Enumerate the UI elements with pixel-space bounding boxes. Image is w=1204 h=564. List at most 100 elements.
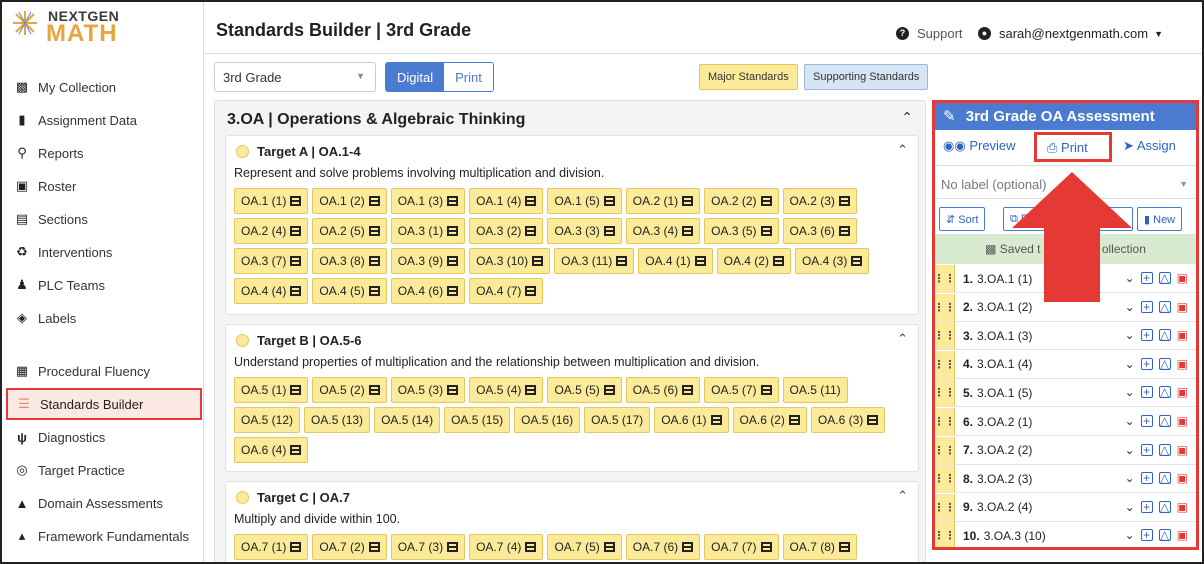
standard-chip[interactable]: OA.1 (1) xyxy=(234,188,309,214)
sidebar-item-labels[interactable]: ◈ Labels xyxy=(6,303,202,333)
standard-chip[interactable]: OA.5 (1) xyxy=(234,377,309,403)
image-icon[interactable]: △ xyxy=(1158,272,1171,284)
sidebar-item-assignment-data[interactable]: ▮ Assignment Data xyxy=(6,105,202,135)
chevron-down-icon[interactable]: ⌄ xyxy=(1125,528,1135,542)
chevron-down-icon[interactable]: ⌄ xyxy=(1125,443,1135,457)
trash-icon[interactable]: ▣ xyxy=(1177,500,1188,514)
standard-chip[interactable]: OA.5 (12) xyxy=(234,407,301,433)
image-icon[interactable]: △ xyxy=(1158,357,1171,370)
preview-button[interactable]: ◉◉ Preview xyxy=(943,138,1016,154)
standard-chip[interactable]: OA.7 (5) xyxy=(547,534,622,560)
chevron-down-icon[interactable]: ⌄ xyxy=(1125,357,1135,371)
standard-chip[interactable]: OA.6 (1) xyxy=(654,407,729,433)
standard-chip[interactable]: OA.5 (5) xyxy=(547,377,622,403)
standard-chip[interactable]: OA.5 (2) xyxy=(312,377,387,403)
question-row[interactable]: ⋮⋮ 3. 3.OA.1 (3) ⌄ + △ ▣ xyxy=(935,322,1196,351)
standard-chip[interactable]: OA.7 (4) xyxy=(469,534,544,560)
image-icon[interactable]: △ xyxy=(1158,415,1171,427)
chevron-down-icon[interactable]: ⌄ xyxy=(1125,414,1135,428)
standard-chip[interactable]: OA.1 (3) xyxy=(390,188,466,214)
standard-chip[interactable]: OA.5 (17) xyxy=(584,407,651,433)
standard-chip[interactable]: OA.5 (16) xyxy=(514,407,581,433)
image-icon[interactable]: △ xyxy=(1158,329,1171,342)
drag-handle-icon[interactable]: ⋮⋮ xyxy=(935,465,956,493)
standard-chip[interactable]: OA.5 (11) xyxy=(782,377,848,403)
drag-handle-icon[interactable]: ⋮⋮ xyxy=(935,522,956,547)
sidebar-item-plc-teams[interactable]: ♟ PLC Teams xyxy=(6,270,202,300)
add-icon[interactable]: + xyxy=(1140,415,1153,427)
user-menu[interactable]: ● sarah@nextgenmath.com ▼ xyxy=(978,26,1163,41)
standard-chip[interactable]: OA.2 (3) xyxy=(782,188,857,214)
add-icon[interactable]: + xyxy=(1140,472,1153,485)
sidebar-item-target-practice[interactable]: ◎ Target Practice xyxy=(6,455,202,485)
sidebar-item-interventions[interactable]: ♻ Interventions xyxy=(6,237,202,267)
sidebar-item-sections[interactable]: ▤ Sections xyxy=(6,204,202,234)
standard-chip[interactable]: OA.3 (2) xyxy=(469,218,544,244)
grade-select[interactable]: 3rd Grade ▼ xyxy=(214,62,376,92)
standard-chip[interactable]: OA.3 (9) xyxy=(390,248,466,274)
standard-chip[interactable]: OA.5 (7) xyxy=(704,377,779,403)
trash-icon[interactable]: ▣ xyxy=(1177,271,1188,285)
standard-chip[interactable]: OA.2 (1) xyxy=(625,188,701,214)
standard-chip[interactable]: OA.1 (2) xyxy=(312,188,387,214)
add-icon[interactable]: + xyxy=(1140,386,1153,399)
chevron-down-icon[interactable]: ⌄ xyxy=(1125,500,1135,514)
new-button[interactable]: ▮ New xyxy=(1137,207,1183,231)
drag-handle-icon[interactable]: ⋮⋮ xyxy=(935,436,956,464)
drag-handle-icon[interactable]: ⋮⋮ xyxy=(935,408,956,435)
print-toggle[interactable]: Print xyxy=(444,63,493,91)
drag-handle-icon[interactable]: ⋮⋮ xyxy=(935,350,956,378)
standard-chip[interactable]: OA.7 (3) xyxy=(390,534,466,560)
add-icon[interactable]: + xyxy=(1140,357,1153,370)
image-icon[interactable]: △ xyxy=(1158,529,1171,542)
standard-chip[interactable]: OA.6 (3) xyxy=(810,407,886,433)
drag-handle-icon[interactable]: ⋮⋮ xyxy=(935,493,956,521)
add-icon[interactable]: + xyxy=(1140,300,1153,313)
trash-icon[interactable]: ▣ xyxy=(1177,357,1188,371)
question-row[interactable]: ⋮⋮ 8. 3.OA.2 (3) ⌄ + △ ▣ xyxy=(935,465,1196,494)
standard-chip[interactable]: OA.7 (6) xyxy=(625,534,701,560)
question-row[interactable]: ⋮⋮ 7. 3.OA.2 (2) ⌄ + △ ▣ xyxy=(935,436,1196,465)
standard-chip[interactable]: OA.2 (5) xyxy=(312,218,387,244)
image-icon[interactable]: △ xyxy=(1158,500,1171,513)
add-icon[interactable]: + xyxy=(1140,272,1153,284)
sidebar-item-reports[interactable]: ⚲ Reports xyxy=(6,138,202,168)
standard-chip[interactable]: OA.5 (14) xyxy=(374,407,441,433)
major-standards-button[interactable]: Major Standards xyxy=(699,64,798,90)
support-link[interactable]: ? Support xyxy=(896,26,963,41)
supporting-standards-button[interactable]: Supporting Standards xyxy=(804,64,929,90)
standard-chip[interactable]: OA.7 (8) xyxy=(782,534,857,560)
sidebar-item-domain-assessments[interactable]: ▲ Domain Assessments xyxy=(6,488,202,518)
logo[interactable]: NEXTGEN MATH xyxy=(12,6,162,54)
standard-chip[interactable]: OA.4 (2) xyxy=(716,248,791,274)
chevron-down-icon[interactable]: ⌄ xyxy=(1125,328,1135,342)
standard-chip[interactable]: OA.7 (1) xyxy=(234,534,309,560)
chevron-up-icon[interactable]: ⌃ xyxy=(897,331,908,347)
question-row[interactable]: ⋮⋮ 5. 3.OA.1 (5) ⌄ + △ ▣ xyxy=(935,379,1196,408)
chevron-up-icon[interactable]: ⌃ xyxy=(901,109,913,126)
standard-chip[interactable]: OA.3 (11) xyxy=(554,248,635,274)
trash-icon[interactable]: ▣ xyxy=(1177,443,1188,457)
standard-chip[interactable]: OA.4 (4) xyxy=(234,278,309,304)
standard-chip[interactable]: OA.2 (4) xyxy=(234,218,309,244)
standard-chip[interactable]: OA.4 (3) xyxy=(794,248,870,274)
add-icon[interactable]: + xyxy=(1140,500,1153,513)
sidebar-item-framework-fundamentals[interactable]: ▴ Framework Fundamentals xyxy=(6,521,202,551)
standard-chip[interactable]: OA.7 (7) xyxy=(704,534,779,560)
drag-handle-icon[interactable]: ⋮⋮ xyxy=(935,322,956,350)
standard-chip[interactable]: OA.3 (10) xyxy=(469,248,551,274)
standard-chip[interactable]: OA.3 (4) xyxy=(625,218,701,244)
add-icon[interactable]: + xyxy=(1140,329,1153,342)
sidebar-item-standards-builder[interactable]: ☰ Standards Builder xyxy=(6,388,202,420)
print-button[interactable]: ⎙ Print xyxy=(1034,132,1112,162)
drag-handle-icon[interactable]: ⋮⋮ xyxy=(935,293,956,321)
add-icon[interactable]: + xyxy=(1140,529,1153,542)
sidebar-item-procedural-fluency[interactable]: ▦ Procedural Fluency xyxy=(6,356,202,386)
chevron-down-icon[interactable]: ⌄ xyxy=(1125,471,1135,485)
standard-chip[interactable]: OA.1 (4) xyxy=(469,188,544,214)
pencil-icon[interactable]: ✎ xyxy=(943,108,956,125)
digital-toggle[interactable]: Digital xyxy=(386,63,445,91)
trash-icon[interactable]: ▣ xyxy=(1177,385,1188,399)
standard-chip[interactable]: OA.5 (6) xyxy=(625,377,701,403)
standard-chip[interactable]: OA.4 (5) xyxy=(312,278,387,304)
